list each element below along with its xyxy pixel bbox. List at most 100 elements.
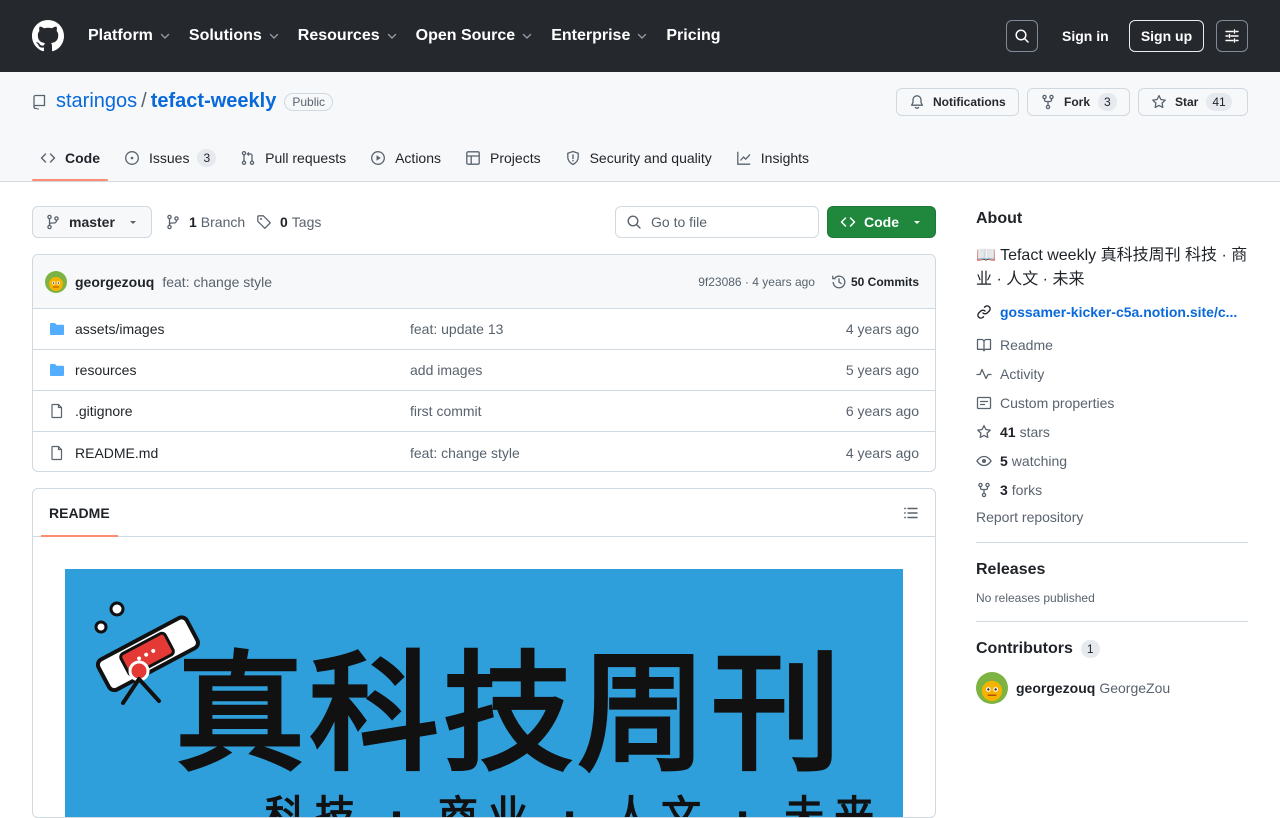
stars-link[interactable]: 41 stars (976, 417, 1248, 446)
fork-icon (978, 482, 990, 497)
repo-owner-link[interactable]: staringos (56, 90, 137, 113)
stars-count: 41 (1000, 423, 1016, 440)
latest-commit-bar: georgezouq feat: change style 9f23086 · … (33, 255, 935, 309)
sign-up-button[interactable]: Sign up (1129, 20, 1204, 52)
file-commit-message[interactable]: feat: change style (410, 445, 846, 461)
sign-in-link[interactable]: Sign in (1062, 20, 1109, 52)
tab-actions[interactable]: Actions (362, 140, 449, 176)
repo-name-link[interactable]: tefact-weekly (151, 90, 277, 113)
global-nav: Platform Solutions Resources Open Source… (88, 0, 739, 72)
shield-icon (566, 150, 579, 166)
nav-platform[interactable]: Platform (88, 20, 171, 52)
star-button[interactable]: Star 41 (1138, 88, 1248, 116)
tab-label: Pull requests (265, 150, 347, 166)
readme-link[interactable]: Readme (976, 330, 1248, 359)
readme-tab[interactable]: README (41, 489, 118, 537)
file-commit-message[interactable]: add images (410, 362, 846, 378)
issues-count: 3 (197, 149, 217, 167)
website-link[interactable]: gossamer-kicker-c5a.notion.site/c... (976, 304, 1248, 320)
code-icon (840, 217, 856, 227)
releases-heading[interactable]: Releases (976, 561, 1045, 578)
tag-label: Tags (291, 214, 322, 230)
contributor-login[interactable]: georgezouq (1016, 680, 1095, 696)
tab-security[interactable]: Security and quality (557, 140, 720, 176)
commits-count-label: 50 Commits (850, 274, 919, 289)
bell-icon (910, 95, 924, 109)
commit-message-link[interactable]: feat: change style (162, 274, 272, 290)
contributor-avatar[interactable] (976, 672, 1008, 704)
readme-panel: README 真科技周刊 科技 · 商业 · 人文 · 未来 (32, 488, 936, 818)
note-icon (976, 396, 992, 409)
file-commit-message[interactable]: feat: update 13 (410, 321, 846, 337)
history-icon (832, 275, 846, 288)
notifications-button[interactable]: Notifications (896, 88, 1019, 116)
code-button-label: Code (864, 214, 899, 230)
chevron-down-icon (387, 33, 396, 39)
tab-label: Projects (490, 150, 541, 166)
nav-enterprise[interactable]: Enterprise (551, 20, 648, 52)
chevron-down-icon (523, 33, 532, 39)
file-age: 6 years ago (845, 403, 919, 419)
file-name[interactable]: assets/images (75, 321, 410, 337)
tab-insights[interactable]: Insights (728, 140, 817, 176)
commits-history-link[interactable]: 50 Commits (831, 274, 919, 290)
tab-pull-requests[interactable]: Pull requests (232, 140, 354, 176)
tags-link[interactable]: 0 Tags (256, 206, 321, 238)
file-row[interactable]: resources add images 5 years ago (33, 350, 935, 391)
tag-icon (257, 215, 271, 229)
visibility-badge: Public (284, 92, 334, 111)
chevron-down-icon (160, 33, 170, 39)
tab-issues[interactable]: Issues 3 (116, 140, 224, 176)
file-row[interactable]: .gitignore first commit 6 years ago (33, 391, 935, 432)
report-repository-link[interactable]: Report repository (976, 504, 1248, 530)
custom-properties-link[interactable]: Custom properties (976, 388, 1248, 417)
banner-subtitle: 科技 · 商业 · 人文 · 未来 (265, 793, 885, 818)
nav-resources[interactable]: Resources (298, 20, 398, 52)
nav-label: Open Source (415, 27, 516, 44)
go-to-file-input[interactable]: Go to file (615, 206, 819, 238)
commit-meta: 9f23086 · 4 years ago 50 Commits (698, 274, 919, 290)
github-logo-icon[interactable] (32, 20, 64, 52)
folder-icon (49, 362, 65, 378)
file-name[interactable]: resources (75, 362, 410, 378)
forks-link[interactable]: 3 forks (976, 475, 1248, 504)
contributor-item[interactable]: georgezouq GeorgeZou (976, 672, 1248, 704)
menu-button[interactable] (1216, 20, 1248, 52)
file-browser: georgezouq feat: change style 9f23086 · … (32, 254, 936, 472)
repo-header: staringos / tefact-weekly Public Notific… (0, 72, 1280, 182)
commit-hash-time[interactable]: 9f23086 · 4 years ago (698, 275, 815, 289)
file-row[interactable]: assets/images feat: update 13 4 years ag… (33, 309, 935, 350)
file-row[interactable]: README.md feat: change style 4 years ago (33, 432, 935, 471)
nav-open-source[interactable]: Open Source (416, 20, 534, 52)
contributors-heading[interactable]: Contributors (976, 640, 1073, 658)
global-header: Platform Solutions Resources Open Source… (0, 0, 1280, 72)
watchers-link[interactable]: 5 watching (976, 446, 1248, 475)
activity-link[interactable]: Activity (976, 359, 1248, 388)
custom-properties-label: Custom properties (1000, 394, 1115, 411)
author-avatar[interactable] (45, 270, 67, 293)
commit-author-link[interactable]: georgezouq (75, 274, 154, 290)
search-icon (627, 215, 641, 229)
nav-solutions[interactable]: Solutions (189, 20, 280, 52)
tab-code[interactable]: Code (32, 140, 108, 181)
search-button[interactable] (1006, 20, 1038, 52)
file-commit-message[interactable]: first commit (410, 403, 846, 419)
graph-icon (736, 151, 751, 165)
tab-projects[interactable]: Projects (457, 140, 549, 176)
fork-button[interactable]: Fork 3 (1027, 88, 1130, 116)
branch-label: Branch (200, 214, 246, 230)
file-name[interactable]: .gitignore (75, 403, 410, 419)
file-name[interactable]: README.md (75, 445, 410, 461)
nav-pricing[interactable]: Pricing (666, 20, 720, 52)
chevron-down-icon (638, 33, 647, 39)
notifications-label: Notifications (933, 95, 1006, 109)
code-dropdown-button[interactable]: Code (827, 206, 936, 238)
branches-link[interactable]: 1 Branch (165, 206, 245, 238)
list-icon[interactable] (903, 505, 919, 521)
repo-icon (33, 94, 46, 110)
nav-label: Enterprise (551, 27, 631, 44)
link-icon (977, 305, 991, 319)
branch-selector[interactable]: master (32, 206, 152, 238)
contributors-count: 1 (1080, 640, 1100, 658)
star-label: Star (1175, 95, 1199, 109)
